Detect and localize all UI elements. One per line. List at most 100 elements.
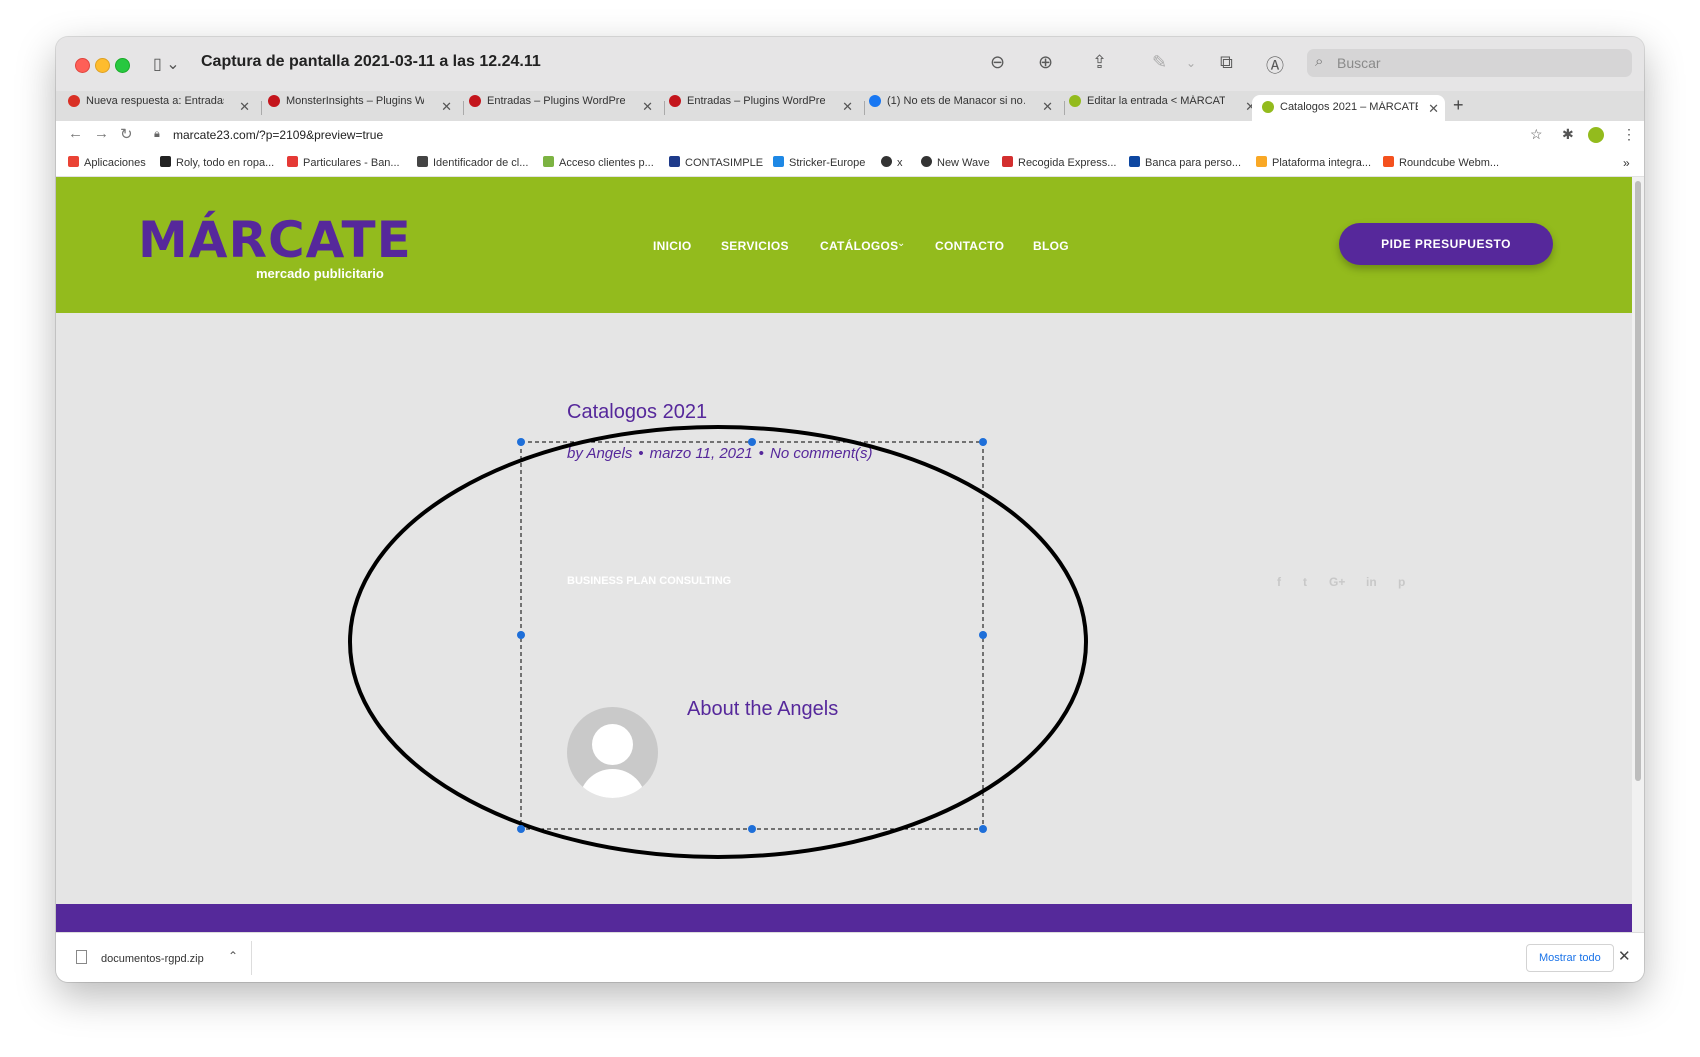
bookmark-item[interactable]: Identificador de cl... [417, 156, 528, 169]
apps-grid-icon [68, 156, 79, 167]
bookmark-item[interactable]: New Wave [921, 156, 990, 169]
bookmark-favicon-icon [1002, 156, 1013, 167]
markup-toolbar-icon[interactable]: Ⓐ [1266, 52, 1284, 78]
pinterest-share-icon[interactable]: p [1398, 575, 1405, 589]
close-icon[interactable]: ✕ [1618, 947, 1631, 965]
post-author-link[interactable]: by Angels [567, 445, 632, 462]
facebook-share-icon[interactable]: f [1277, 575, 1281, 589]
googleplus-share-icon[interactable]: G+ [1329, 575, 1345, 589]
download-item[interactable]: documentos-rgpd.zip [76, 950, 204, 965]
wordpress-plugins-icon [268, 95, 280, 108]
marcate-icon [1069, 95, 1081, 108]
bookmark-item[interactable]: Stricker-Europe [773, 156, 865, 169]
close-tab-icon[interactable]: ✕ [642, 99, 653, 115]
reload-icon[interactable]: ↻ [120, 125, 133, 143]
close-tab-icon[interactable]: ✕ [842, 99, 853, 115]
menu-contacto[interactable]: CONTACTO [935, 239, 1004, 253]
address-bar: ← → ↻ 🔒︎ marcate23.com/?p=2109&preview=t… [56, 121, 1644, 149]
minimize-window-button[interactable] [95, 58, 110, 73]
bookmark-favicon-icon [160, 156, 171, 167]
close-tab-icon[interactable]: ✕ [441, 99, 452, 115]
tab-label: Catalogos 2021 – MÁRCATE [1280, 101, 1418, 113]
markup-pen-icon[interactable]: ✎ [1152, 52, 1167, 73]
tab-editar-entrada[interactable]: Editar la entrada < MÁRCATE –✕ [1069, 95, 1262, 121]
show-all-downloads-button[interactable]: Mostrar todo [1526, 944, 1614, 972]
site-logo[interactable]: MÁRCATE mercado publicitario [138, 211, 411, 281]
tab-gmail[interactable]: Nueva respuesta a: Entradas – ✕ [68, 95, 256, 121]
zoom-out-icon[interactable]: ⊖ [990, 52, 1005, 73]
post-date: marzo 11, 2021 [649, 445, 753, 462]
tab-label: MonsterInsights – Plugins Wor [286, 95, 424, 108]
gmail-icon [68, 95, 80, 108]
zoom-in-icon[interactable]: ⊕ [1038, 52, 1053, 73]
menu-catalogos[interactable]: CATÁLOGOS [820, 239, 898, 253]
bookmark-item[interactable]: Particulares - Ban... [287, 156, 400, 169]
bookmark-item[interactable]: Acceso clientes p... [543, 156, 654, 169]
menu-kebab-icon[interactable]: ⋮ [1622, 126, 1636, 143]
author-box-title: About the Angels [687, 698, 839, 720]
menu-inicio[interactable]: INICIO [653, 239, 691, 253]
bookmark-favicon-icon [773, 156, 784, 167]
search-placeholder: Buscar [1337, 55, 1381, 71]
scrollbar-thumb[interactable] [1635, 181, 1641, 781]
forward-icon[interactable]: → [94, 125, 109, 142]
tab-facebook[interactable]: (1) No ets de Manacor si no… | ✕ [869, 95, 1059, 121]
new-tab-icon[interactable]: + [1453, 95, 1464, 116]
close-window-button[interactable] [75, 58, 90, 73]
close-tab-icon[interactable]: ✕ [1428, 101, 1439, 117]
tab-entradas-1[interactable]: Entradas – Plugins WordPress ✕ [469, 95, 659, 121]
marcate-icon [1262, 101, 1274, 113]
twitter-share-icon[interactable]: t [1303, 575, 1307, 589]
chevron-up-icon[interactable]: ⌃ [228, 949, 238, 963]
url-field[interactable]: marcate23.com/?p=2109&preview=true [173, 128, 383, 142]
sidebar-toggle-icon[interactable]: ▯ ⌄ [153, 54, 180, 74]
linkedin-share-icon[interactable]: in [1366, 575, 1377, 589]
logo-text: MÁRCATE [138, 211, 412, 269]
bookmark-favicon-icon [1129, 156, 1140, 167]
close-tab-icon[interactable]: ✕ [239, 99, 250, 115]
back-icon[interactable]: ← [68, 125, 83, 142]
tab-label: Entradas – Plugins WordPress [487, 95, 625, 108]
file-icon [76, 950, 87, 964]
chevron-down-icon: ⌄ [897, 238, 906, 249]
tab-entradas-2[interactable]: Entradas – Plugins WordPress ✕ [669, 95, 859, 121]
rotate-icon[interactable]: ⧉ [1220, 52, 1233, 73]
bookmark-item[interactable]: Plataforma integra... [1256, 156, 1371, 169]
bookmark-item[interactable]: Roly, todo en ropa... [160, 156, 274, 169]
viewer-toolbar: ▯ ⌄ Captura de pantalla 2021-03-11 a las… [56, 37, 1644, 92]
bookmark-favicon-icon [921, 156, 932, 167]
more-bookmarks-icon[interactable]: » [1623, 156, 1630, 170]
viewer-title: Captura de pantalla 2021-03-11 a las 12.… [201, 53, 541, 70]
post-category-tag[interactable]: BUSINESS PLAN CONSULTING [567, 575, 731, 587]
viewer-search-field[interactable]: ⌕ Buscar [1307, 49, 1632, 77]
bookmark-favicon-icon [543, 156, 554, 167]
tab-catalogos-active[interactable]: Catalogos 2021 – MÁRCATE ✕ [1252, 95, 1445, 121]
bookmark-item[interactable]: x [881, 156, 903, 169]
download-shelf: documentos-rgpd.zip ⌃ Mostrar todo ✕ [56, 932, 1644, 982]
pide-presupuesto-button[interactable]: PIDE PRESUPUESTO [1339, 223, 1553, 265]
bookmark-item[interactable]: Aplicaciones [68, 156, 146, 169]
web-page: MÁRCATE mercado publicitario INICIO SERV… [56, 177, 1632, 932]
page-scrollbar[interactable] [1632, 177, 1644, 932]
bookmark-item[interactable]: Banca para perso... [1129, 156, 1241, 169]
post-meta: by Angels • marzo 11, 2021 • No comment(s) [567, 445, 873, 462]
bookmarks-bar: Aplicaciones Roly, todo en ropa... Parti… [56, 149, 1644, 177]
bookmark-favicon-icon [1383, 156, 1394, 167]
share-icon[interactable]: ⇪ [1092, 52, 1107, 73]
zoom-window-button[interactable] [115, 58, 130, 73]
tab-label: Entradas – Plugins WordPress [687, 95, 825, 108]
bookmark-item[interactable]: Roundcube Webm... [1383, 156, 1499, 169]
markup-chevron-icon[interactable]: ⌄ [1186, 56, 1196, 70]
facebook-icon [869, 95, 881, 108]
bookmark-item[interactable]: CONTASIMPLE [669, 156, 763, 169]
menu-blog[interactable]: BLOG [1033, 239, 1069, 253]
menu-servicios[interactable]: SERVICIOS [721, 239, 789, 253]
tab-monsterinsights[interactable]: MonsterInsights – Plugins Wor ✕ [268, 95, 458, 121]
tab-label: Nueva respuesta a: Entradas – [86, 95, 224, 108]
extensions-icon[interactable]: ✱ [1562, 126, 1574, 143]
close-tab-icon[interactable]: ✕ [1042, 99, 1053, 115]
post-comments-link[interactable]: No comment(s) [770, 445, 873, 462]
bookmark-item[interactable]: Recogida Express... [1002, 156, 1116, 169]
bookmark-star-icon[interactable]: ☆ [1530, 126, 1543, 143]
profile-avatar[interactable] [1588, 127, 1604, 143]
